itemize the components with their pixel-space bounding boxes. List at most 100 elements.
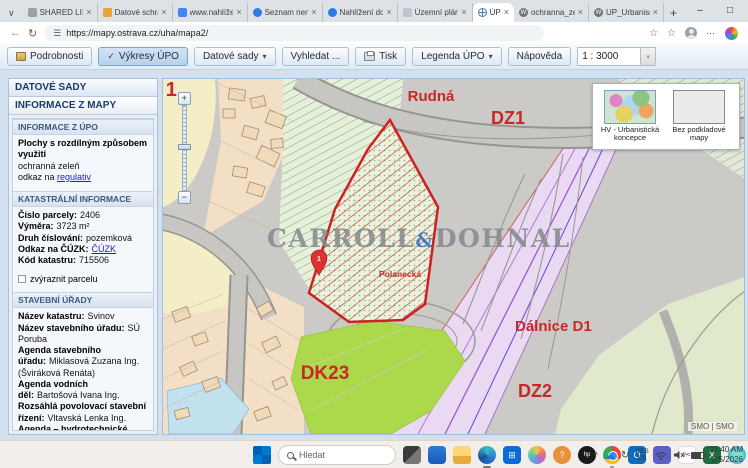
file-explorer-icon[interactable] <box>453 446 471 464</box>
account-chip-icon[interactable] <box>725 27 738 40</box>
get-help-icon[interactable]: ? <box>553 446 571 464</box>
vykresy-upo-button[interactable]: ✓ Výkresy ÚPO <box>98 47 188 66</box>
tab-favicon <box>178 8 187 17</box>
battery-icon[interactable] <box>691 452 704 459</box>
tab-ochranna-zelen[interactable]: W ochranna_zel × <box>514 3 589 22</box>
mail-app-icon[interactable] <box>428 446 446 464</box>
tab-nahlizeni-web[interactable]: www.nahlížen × <box>173 3 248 22</box>
system-tray: ^ ☁ ↻ CES CS 11:40 AM 2/5/2026 <box>594 441 743 468</box>
clock[interactable]: 11:40 AM 2/5/2026 <box>710 445 743 464</box>
browser-url-bar: ← ↻ ☰ https://mapy.ostrava.cz/uha/mapa2/… <box>0 22 748 44</box>
legenda-upo-button[interactable]: Legenda ÚPO ▾ <box>412 47 501 66</box>
tab-uzemni-plan[interactable]: Územní plán × <box>398 3 473 22</box>
browser-menu-icon[interactable]: ⋯ <box>706 28 716 39</box>
basemap-thumbnail-hv[interactable] <box>604 90 656 124</box>
tab-favicon <box>103 8 112 17</box>
zoom-handle[interactable] <box>178 144 191 150</box>
basemap-option-hv[interactable]: HV - Urbanistická koncepce <box>600 90 660 143</box>
tab-seznam-nemovitosti[interactable]: Seznam nem × <box>248 3 323 22</box>
tab-favicon <box>328 8 337 17</box>
address-bar[interactable]: ☰ https://mapy.ostrava.cz/uha/mapa2/ <box>44 25 544 41</box>
new-tab-button[interactable]: + <box>664 6 685 22</box>
taskbar-search[interactable]: Hledat <box>278 445 396 465</box>
cadastre-code: 715506 <box>79 255 109 265</box>
datove-sady-button[interactable]: Datové sady ▾ <box>194 47 276 66</box>
sync-icon[interactable]: ↻ <box>621 450 629 461</box>
map-viewport[interactable]: 1 CARROLL&DOHNAL Rudná DZ1 Dálnice D1 DZ… <box>162 78 745 435</box>
upo-link-prefix: odkaz na <box>18 172 57 182</box>
edge-browser-icon[interactable] <box>478 446 496 464</box>
label-dz2: DZ2 <box>518 381 552 401</box>
wifi-icon[interactable] <box>655 450 667 460</box>
tab-nahlizeni-do[interactable]: Nahlížení do × <box>323 3 398 22</box>
globe-icon <box>478 8 487 17</box>
scale-dropdown-icon[interactable]: ▾ <box>640 48 655 65</box>
highlight-parcel-row: zvýraznit parcelu <box>13 270 153 288</box>
details-icon <box>16 52 26 61</box>
map-app-toolbar: Podrobnosti ✓ Výkresy ÚPO Datové sady ▾ … <box>0 44 748 70</box>
volume-muted-icon[interactable] <box>673 450 685 460</box>
tab-close-icon[interactable]: × <box>86 8 91 17</box>
start-button-icon[interactable] <box>253 446 271 464</box>
upo-heading: Plochy s rozdílným způsobem využití <box>18 138 147 159</box>
wordpress-icon: W <box>594 8 603 17</box>
podrobnosti-button[interactable]: Podrobnosti <box>7 47 92 66</box>
zoom-in-button[interactable]: + <box>178 92 191 105</box>
vyhledat-button[interactable]: Vyhledat ... <box>282 47 350 66</box>
napoveda-button[interactable]: Nápověda <box>508 47 572 66</box>
profile-avatar-icon[interactable] <box>685 27 697 39</box>
tab-close-icon[interactable]: × <box>386 8 391 17</box>
copilot-icon[interactable] <box>528 446 546 464</box>
reload-icon[interactable]: ↻ <box>28 27 37 40</box>
microsoft-store-icon[interactable]: ⊞ <box>503 446 521 464</box>
scale-input[interactable] <box>578 48 640 65</box>
favorites-star-icon[interactable]: ☆ <box>667 28 676 39</box>
tab-datove-schranky[interactable]: Datové schrá × <box>98 3 173 22</box>
basemap-option-blank[interactable]: Bez podkladové mapy <box>669 90 729 143</box>
zoom-track[interactable] <box>182 105 187 191</box>
onedrive-icon[interactable]: ☁ <box>604 449 615 462</box>
regulativ-link[interactable]: regulativ <box>57 172 91 182</box>
cuzk-link[interactable]: ČÚZK <box>92 244 117 254</box>
highlight-parcel-label: zvýraznit parcelu <box>30 274 98 284</box>
maximize-button[interactable]: □ <box>715 0 745 20</box>
tab-shared-list[interactable]: SHARED LIST × <box>23 3 98 22</box>
site-info-icon[interactable]: ☰ <box>53 28 61 39</box>
zoom-out-button[interactable]: − <box>178 191 191 204</box>
label-rudna: Rudná <box>407 88 454 105</box>
highlight-parcel-checkbox[interactable] <box>18 275 26 283</box>
language-indicator[interactable]: CES CS <box>635 448 648 463</box>
tab-close-icon[interactable]: × <box>578 8 583 17</box>
accordion-informace-z-mapy[interactable]: INFORMACE Z MAPY <box>9 97 157 115</box>
check-icon: ✓ <box>107 51 115 62</box>
katastr-info: Číslo parcely:2406 Výměra:3723 m² Druh č… <box>13 207 153 270</box>
chevron-down-icon: ▾ <box>489 52 493 61</box>
search-icon <box>287 452 294 459</box>
tab-close-icon[interactable]: × <box>311 8 316 17</box>
chevron-down-icon: ▾ <box>263 52 267 61</box>
printer-icon <box>364 52 375 61</box>
minimize-button[interactable]: – <box>685 0 715 20</box>
basemap-thumbnail-blank[interactable] <box>673 90 725 124</box>
tab-up-active[interactable]: ÚP × <box>473 3 514 22</box>
tab-up-urbanismus[interactable]: W UP_Urbanism × <box>589 3 664 22</box>
accordion-datove-sady[interactable]: DATOVÉ SADY <box>9 79 157 97</box>
parcel-number: 2406 <box>80 210 100 220</box>
hidden-icons-chevron[interactable]: ^ <box>594 450 598 460</box>
tisk-button[interactable]: Tisk <box>355 47 406 66</box>
tab-search-chevron-icon[interactable]: ∨ <box>4 8 23 22</box>
back-icon[interactable]: ← <box>10 27 21 39</box>
tab-close-icon[interactable]: × <box>461 8 466 17</box>
label-dalnice-d1: Dálnice D1 <box>515 318 592 335</box>
tab-close-icon[interactable]: × <box>653 8 658 17</box>
urady-info: Název katastru:Svinov Název stavebního ú… <box>13 308 153 431</box>
tab-close-icon[interactable]: × <box>504 8 509 17</box>
parcel-area: 3723 m² <box>57 221 90 231</box>
numbering-type: pozemková <box>86 233 132 243</box>
tab-close-icon[interactable]: × <box>236 8 241 17</box>
task-view-icon[interactable] <box>403 446 421 464</box>
section-stavebni-urady: STAVEBNÍ ÚŘADY <box>13 292 153 308</box>
tab-close-icon[interactable]: × <box>161 8 166 17</box>
scale-select: ▾ <box>577 47 656 66</box>
bookmark-star-icon[interactable]: ☆ <box>649 28 658 39</box>
